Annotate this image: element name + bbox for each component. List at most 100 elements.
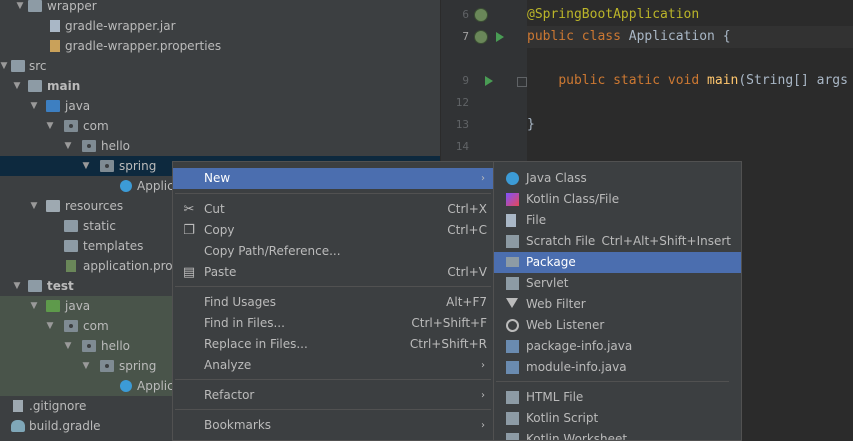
- new-submenu: Java Class Kotlin Class/File File Scratc…: [493, 161, 742, 441]
- spring-bean-icon[interactable]: [474, 8, 488, 22]
- chevron-down-icon[interactable]: ▼: [28, 196, 40, 216]
- menu-item-new[interactable]: New ›: [173, 168, 493, 189]
- annotation-text: @SpringBootApplication: [527, 7, 700, 22]
- test-source-folder-icon: [46, 300, 60, 312]
- package-icon: [82, 340, 96, 352]
- properties-file-icon: [50, 40, 60, 52]
- code-line-close: }: [527, 114, 535, 136]
- folder-icon: [11, 60, 25, 72]
- menu-item-refactor[interactable]: Refactor ›: [173, 385, 493, 406]
- chevron-down-icon[interactable]: ▼: [44, 316, 56, 336]
- line-number: 9: [462, 74, 469, 87]
- kotlin-worksheet-icon: [506, 433, 519, 440]
- keyword: class: [581, 29, 621, 44]
- menu-item-bookmarks[interactable]: Bookmarks ›: [173, 415, 493, 436]
- clipboard-icon: ▤: [182, 265, 196, 280]
- submenu-item-scratch-file[interactable]: Scratch File Ctrl+Alt+Shift+Insert: [494, 231, 741, 252]
- spring-class-icon: [120, 380, 132, 392]
- package-icon: [100, 160, 114, 172]
- class-name: Application: [628, 29, 715, 44]
- menu-item-cut[interactable]: ✂ Cut Ctrl+X: [173, 199, 493, 220]
- submenu-item-web-listener[interactable]: Web Listener: [494, 315, 741, 336]
- keyword: public: [527, 29, 574, 44]
- servlet-icon: [506, 277, 519, 290]
- menu-item-find-usages[interactable]: Find Usages Alt+F7: [173, 292, 493, 313]
- menu-item-analyze[interactable]: Analyze ›: [173, 355, 493, 376]
- kotlin-script-icon: [506, 412, 519, 425]
- method-name: main: [707, 73, 739, 88]
- submenu-item-servlet[interactable]: Servlet: [494, 273, 741, 294]
- tree-item-src[interactable]: ▼ src: [0, 56, 440, 76]
- tree-item-wrapper[interactable]: ▼ wrapper: [0, 0, 440, 16]
- scratch-file-icon: [506, 235, 519, 248]
- chevron-down-icon[interactable]: ▼: [0, 56, 10, 76]
- submenu-item-module-info[interactable]: module-info.java: [494, 357, 741, 378]
- menu-separator: [175, 286, 491, 287]
- fold-icon[interactable]: [517, 77, 527, 87]
- menu-separator: [175, 409, 491, 410]
- tree-item-gradle-wrapper-jar[interactable]: gradle-wrapper.jar: [0, 16, 440, 36]
- chevron-right-icon: ›: [481, 390, 485, 401]
- jar-file-icon: [50, 20, 60, 32]
- tree-item-main-java[interactable]: ▼ java: [0, 96, 440, 116]
- line-number: 6: [462, 8, 469, 21]
- submenu-item-kotlin-worksheet[interactable]: Kotlin Worksheet: [494, 429, 741, 440]
- submenu-item-kotlin-class[interactable]: Kotlin Class/File: [494, 189, 741, 210]
- folder-icon: [28, 80, 42, 92]
- keyword: static: [613, 73, 661, 88]
- run-icon[interactable]: [496, 32, 504, 42]
- line-number: 13: [455, 118, 469, 131]
- chevron-down-icon[interactable]: ▼: [28, 296, 40, 316]
- chevron-down-icon[interactable]: ▼: [62, 336, 74, 356]
- run-icon[interactable]: [485, 76, 493, 86]
- line-number: 14: [455, 140, 469, 153]
- java-file-icon: [506, 340, 519, 353]
- submenu-item-html-file[interactable]: HTML File: [494, 387, 741, 408]
- chevron-right-icon: ›: [481, 360, 485, 371]
- submenu-item-java-class[interactable]: Java Class: [494, 168, 741, 189]
- menu-item-paste[interactable]: ▤ Paste Ctrl+V: [173, 262, 493, 283]
- code-line-annotation: @SpringBootApplication: [527, 4, 699, 26]
- package-icon: [506, 257, 519, 267]
- kotlin-icon: [506, 193, 519, 206]
- tree-item-main-com[interactable]: ▼ com: [0, 116, 440, 136]
- properties-file-icon: [66, 260, 76, 272]
- menu-separator: [496, 381, 729, 382]
- tree-item-gradle-wrapper-properties[interactable]: gradle-wrapper.properties: [0, 36, 440, 56]
- folder-icon: [64, 220, 78, 232]
- chevron-down-icon[interactable]: ▼: [80, 356, 92, 376]
- tree-item-main[interactable]: ▼ main: [0, 76, 440, 96]
- gitignore-file-icon: [13, 400, 23, 412]
- menu-item-copy-path[interactable]: Copy Path/Reference...: [173, 241, 493, 262]
- context-menu: New › ✂ Cut Ctrl+X ❐ Copy Ctrl+C Copy Pa…: [172, 161, 494, 441]
- chevron-down-icon[interactable]: ▼: [14, 0, 26, 16]
- brace: }: [527, 117, 535, 132]
- keyword: public: [558, 73, 606, 88]
- chevron-down-icon[interactable]: ▼: [80, 156, 92, 176]
- chevron-down-icon[interactable]: ▼: [28, 96, 40, 116]
- submenu-item-file[interactable]: File: [494, 210, 741, 231]
- tree-item-main-hello[interactable]: ▼ hello: [0, 136, 440, 156]
- keyword: void: [667, 73, 700, 88]
- line-number: 12: [455, 96, 469, 109]
- filter-icon: [506, 298, 518, 308]
- resources-folder-icon: [46, 200, 60, 212]
- chevron-right-icon: ›: [481, 420, 485, 431]
- submenu-item-package[interactable]: Package: [494, 252, 741, 273]
- menu-item-copy[interactable]: ❐ Copy Ctrl+C: [173, 220, 493, 241]
- chevron-down-icon[interactable]: ▼: [44, 116, 56, 136]
- html-file-icon: [506, 391, 519, 404]
- menu-item-replace-in-files[interactable]: Replace in Files... Ctrl+Shift+R: [173, 334, 493, 355]
- submenu-item-kotlin-script[interactable]: Kotlin Script: [494, 408, 741, 429]
- submenu-item-web-filter[interactable]: Web Filter: [494, 294, 741, 315]
- chevron-down-icon[interactable]: ▼: [11, 76, 23, 96]
- spring-class-icon: [120, 180, 132, 192]
- submenu-item-package-info[interactable]: package-info.java: [494, 336, 741, 357]
- params: (String[] args: [738, 73, 848, 88]
- menu-separator: [175, 379, 491, 380]
- spring-bean-icon[interactable]: [474, 30, 488, 44]
- chevron-down-icon[interactable]: ▼: [62, 136, 74, 156]
- copy-icon: ❐: [183, 223, 195, 238]
- menu-item-find-in-files[interactable]: Find in Files... Ctrl+Shift+F: [173, 313, 493, 334]
- chevron-down-icon[interactable]: ▼: [11, 276, 23, 296]
